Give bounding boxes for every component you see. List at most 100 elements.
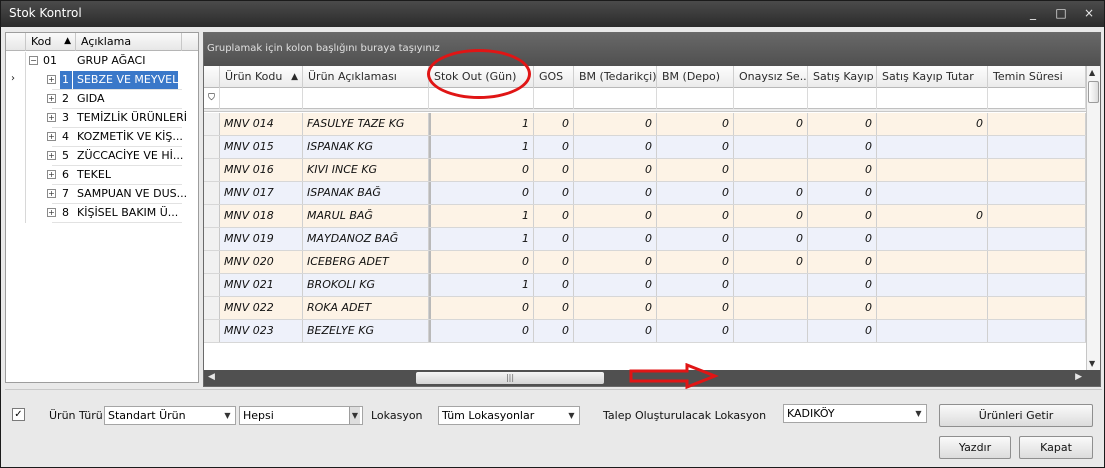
grid-column-header[interactable]: Satış Kayıp: [808, 66, 877, 88]
grid-cell-kayip-tutar[interactable]: 0: [877, 113, 988, 135]
tree-item[interactable]: +7 SAMPUAN VE DUS...: [6, 185, 198, 204]
grid-cell-onaysiz[interactable]: 0: [734, 182, 808, 204]
tree-item[interactable]: +1 SEBZE VE MEYVELER: [6, 71, 198, 90]
table-row[interactable]: MNV 016 KIVI INCE KG 0 0 0 0 0: [204, 159, 1086, 182]
grid-cell-satis-kayip[interactable]: 0: [808, 228, 877, 250]
include-checkbox[interactable]: ✓: [12, 408, 25, 421]
grid-cell-bm-depo[interactable]: 0: [657, 228, 734, 250]
grid-cell-temin[interactable]: [988, 182, 1086, 204]
grid-cell-onaysiz[interactable]: 0: [734, 228, 808, 250]
grid-cell-temin[interactable]: [988, 297, 1086, 319]
maximize-button[interactable]: □: [1052, 5, 1070, 21]
expand-icon[interactable]: +: [47, 208, 56, 217]
grid-cell-temin[interactable]: [988, 251, 1086, 273]
tree-row-root[interactable]: −01 GRUP AĞACI: [6, 52, 198, 71]
grid-cell-kayip-tutar[interactable]: [877, 320, 988, 342]
tree-item[interactable]: +5 ZÜCCACİYE VE Hİ...: [6, 147, 198, 166]
grid-cell-code[interactable]: MNV 022: [220, 297, 303, 319]
grid-cell-stok-out[interactable]: 1: [429, 136, 534, 158]
grid-cell-bm-depo[interactable]: 0: [657, 159, 734, 181]
grid-cell-onaysiz[interactable]: [734, 159, 808, 181]
grid-filter-cell[interactable]: [988, 88, 1086, 109]
hepsi-combo[interactable]: Hepsi ▼: [239, 406, 363, 425]
talep-lokasyon-combo[interactable]: KADIKÖY ▼: [783, 404, 927, 423]
grid-cell-temin[interactable]: [988, 113, 1086, 135]
grid-cell-onaysiz[interactable]: [734, 320, 808, 342]
grid-cell-desc[interactable]: ROKA ADET: [303, 297, 429, 319]
expand-icon[interactable]: +: [47, 170, 56, 179]
table-row[interactable]: MNV 019 MAYDANOZ BAĞ 1 0 0 0 0 0: [204, 228, 1086, 251]
filter-icon[interactable]: ⛉: [204, 88, 220, 109]
grid-cell-desc[interactable]: MARUL BAĞ: [303, 205, 429, 227]
grid-cell-bm-ted[interactable]: 0: [574, 320, 657, 342]
grid-cell-satis-kayip[interactable]: 0: [808, 297, 877, 319]
grid-cell-gos[interactable]: 0: [534, 251, 574, 273]
grid-cell-desc[interactable]: ICEBERG ADET: [303, 251, 429, 273]
horizontal-scroll-thumb[interactable]: |||: [416, 372, 604, 384]
grid-column-header[interactable]: Ürün Kodu ▲: [220, 66, 303, 88]
urunleri-getir-button[interactable]: Ürünleri Getir: [939, 404, 1093, 427]
tree-item[interactable]: +4 KOZMETİK VE KİŞ...: [6, 128, 198, 147]
grid-cell-bm-ted[interactable]: 0: [574, 228, 657, 250]
expand-icon[interactable]: +: [47, 113, 56, 122]
grid-cell-bm-depo[interactable]: 0: [657, 274, 734, 296]
tree-item[interactable]: +6 TEKEL: [6, 166, 198, 185]
grid-cell-bm-ted[interactable]: 0: [574, 251, 657, 273]
grid-cell-bm-depo[interactable]: 0: [657, 205, 734, 227]
grid-cell-onaysiz[interactable]: 0: [734, 251, 808, 273]
chevron-down-icon[interactable]: ▼: [913, 405, 924, 422]
grid-cell-stok-out[interactable]: 1: [429, 274, 534, 296]
grid-cell-bm-ted[interactable]: 0: [574, 182, 657, 204]
grid-filter-cell[interactable]: [734, 88, 808, 109]
grid-filter-cell[interactable]: [877, 88, 988, 109]
table-row[interactable]: MNV 023 BEZELYE KG 0 0 0 0 0: [204, 320, 1086, 343]
grid-cell-gos[interactable]: 0: [534, 228, 574, 250]
close-button[interactable]: ×: [1080, 5, 1098, 21]
tree-header-code[interactable]: Kod ▲: [26, 33, 76, 51]
expand-icon[interactable]: +: [47, 189, 56, 198]
grid-column-header[interactable]: Satış Kayıp Tutar: [877, 66, 988, 88]
grid-cell-stok-out[interactable]: 1: [429, 205, 534, 227]
grid-cell-stok-out[interactable]: 1: [429, 228, 534, 250]
collapse-icon[interactable]: −: [29, 56, 38, 65]
grid-cell-kayip-tutar[interactable]: [877, 182, 988, 204]
grid-cell-kayip-tutar[interactable]: [877, 297, 988, 319]
grid-cell-desc[interactable]: MAYDANOZ BAĞ: [303, 228, 429, 250]
expand-icon[interactable]: +: [47, 94, 56, 103]
grid-cell-code[interactable]: MNV 018: [220, 205, 303, 227]
grid-cell-temin[interactable]: [988, 205, 1086, 227]
tree-item[interactable]: +8 KİŞİSEL BAKIM Ü...: [6, 204, 198, 223]
grid-cell-temin[interactable]: [988, 228, 1086, 250]
grid-cell-onaysiz[interactable]: 0: [734, 113, 808, 135]
grid-cell-desc[interactable]: ISPANAK KG: [303, 136, 429, 158]
grid-cell-temin[interactable]: [988, 159, 1086, 181]
grid-cell-gos[interactable]: 0: [534, 297, 574, 319]
grid-cell-bm-depo[interactable]: 0: [657, 113, 734, 135]
lokasyon-combo[interactable]: Tüm Lokasyonlar ▼: [438, 406, 580, 425]
grid-cell-stok-out[interactable]: 1: [429, 113, 534, 135]
grid-filter-cell[interactable]: [808, 88, 877, 109]
grid-cell-gos[interactable]: 0: [534, 182, 574, 204]
grid-cell-stok-out[interactable]: 0: [429, 159, 534, 181]
grid-cell-gos[interactable]: 0: [534, 205, 574, 227]
grid-filter-cell[interactable]: [574, 88, 657, 109]
grid-cell-temin[interactable]: [988, 136, 1086, 158]
grid-cell-kayip-tutar[interactable]: 0: [877, 205, 988, 227]
grid-cell-code[interactable]: MNV 023: [220, 320, 303, 342]
grid-cell-onaysiz[interactable]: [734, 274, 808, 296]
grid-cell-code[interactable]: MNV 015: [220, 136, 303, 158]
grid-cell-code[interactable]: MNV 017: [220, 182, 303, 204]
table-row[interactable]: MNV 017 ISPANAK BAĞ 0 0 0 0 0 0: [204, 182, 1086, 205]
grid-column-header[interactable]: BM (Depo): [657, 66, 734, 88]
group-by-panel[interactable]: Gruplamak için kolon başlığını buraya ta…: [204, 33, 1100, 66]
grid-cell-temin[interactable]: [988, 274, 1086, 296]
table-row[interactable]: MNV 022 ROKA ADET 0 0 0 0 0: [204, 297, 1086, 320]
chevron-down-icon[interactable]: ▼: [222, 407, 233, 424]
grid-cell-gos[interactable]: 0: [534, 113, 574, 135]
grid-cell-stok-out[interactable]: 0: [429, 320, 534, 342]
grid-cell-gos[interactable]: 0: [534, 320, 574, 342]
grid-cell-bm-depo[interactable]: 0: [657, 297, 734, 319]
vertical-scroll-thumb[interactable]: [1088, 81, 1099, 103]
grid-cell-gos[interactable]: 0: [534, 136, 574, 158]
minimize-button[interactable]: _: [1024, 5, 1042, 21]
